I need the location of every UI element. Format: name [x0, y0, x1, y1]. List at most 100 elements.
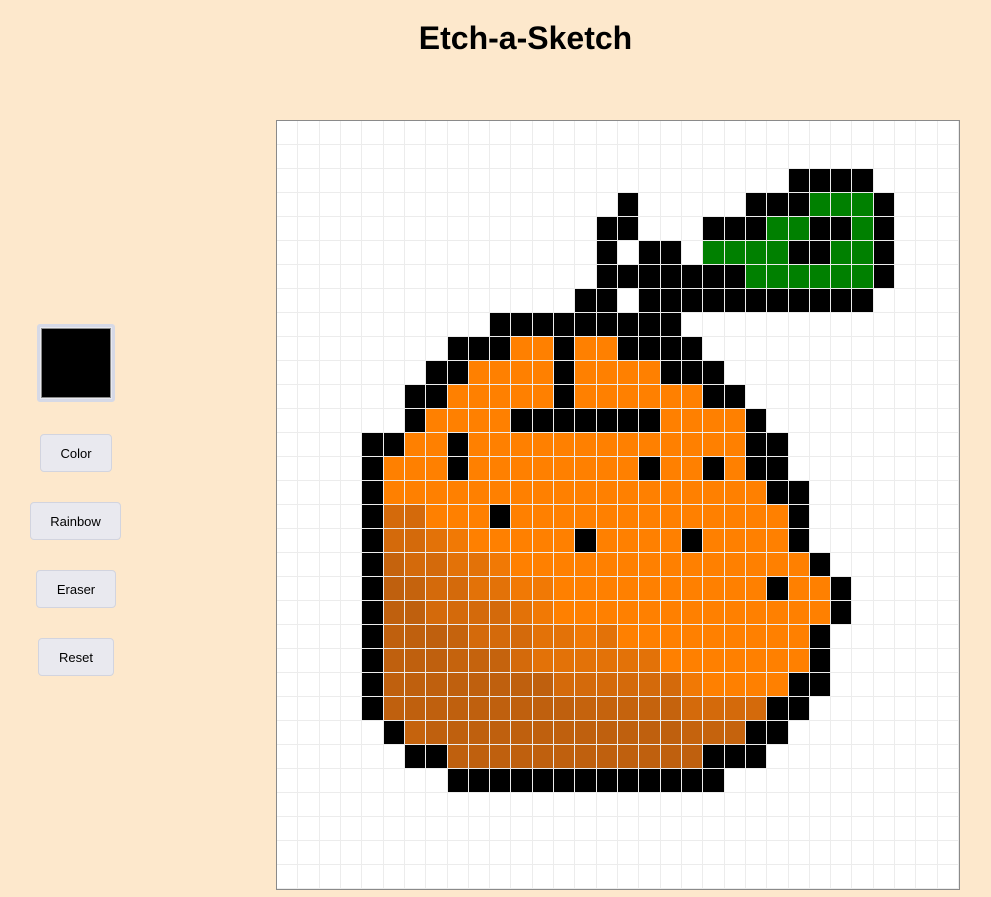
grid-cell[interactable] — [681, 865, 704, 889]
grid-cell[interactable] — [319, 793, 341, 817]
grid-cell[interactable] — [831, 481, 853, 505]
grid-cell[interactable] — [362, 361, 384, 385]
grid-cell[interactable] — [745, 361, 768, 385]
grid-cell[interactable] — [554, 793, 576, 817]
grid-cell[interactable] — [596, 265, 618, 289]
grid-cell[interactable] — [426, 169, 448, 193]
grid-cell[interactable] — [362, 841, 384, 865]
grid-cell[interactable] — [383, 361, 405, 385]
grid-cell[interactable] — [404, 313, 427, 337]
grid-cell[interactable] — [873, 505, 896, 529]
grid-cell[interactable] — [937, 505, 959, 529]
grid-cell[interactable] — [362, 193, 384, 217]
grid-cell[interactable] — [916, 265, 938, 289]
grid-cell[interactable] — [340, 529, 363, 553]
grid-cell[interactable] — [426, 601, 448, 625]
grid-cell[interactable] — [511, 649, 533, 673]
grid-cell[interactable] — [767, 601, 789, 625]
grid-cell[interactable] — [490, 241, 512, 265]
grid-cell[interactable] — [532, 601, 555, 625]
grid-cell[interactable] — [490, 193, 512, 217]
grid-cell[interactable] — [554, 553, 576, 577]
grid-cell[interactable] — [404, 433, 427, 457]
grid-cell[interactable] — [937, 433, 959, 457]
grid-cell[interactable] — [511, 673, 533, 697]
grid-cell[interactable] — [319, 481, 341, 505]
grid-cell[interactable] — [618, 841, 640, 865]
grid-cell[interactable] — [788, 433, 810, 457]
grid-cell[interactable] — [831, 673, 853, 697]
grid-cell[interactable] — [575, 337, 597, 361]
grid-cell[interactable] — [767, 697, 789, 721]
grid-cell[interactable] — [831, 505, 853, 529]
grid-cell[interactable] — [340, 289, 363, 313]
grid-cell[interactable] — [809, 289, 832, 313]
grid-cell[interactable] — [639, 841, 661, 865]
grid-cell[interactable] — [277, 745, 299, 769]
grid-cell[interactable] — [703, 289, 725, 313]
grid-cell[interactable] — [277, 121, 299, 145]
grid-cell[interactable] — [745, 841, 768, 865]
grid-cell[interactable] — [596, 169, 618, 193]
grid-cell[interactable] — [660, 673, 682, 697]
grid-cell[interactable] — [511, 241, 533, 265]
grid-cell[interactable] — [447, 433, 469, 457]
grid-cell[interactable] — [916, 169, 938, 193]
grid-cell[interactable] — [745, 169, 768, 193]
grid-cell[interactable] — [660, 385, 682, 409]
grid-cell[interactable] — [681, 409, 704, 433]
grid-cell[interactable] — [852, 121, 874, 145]
grid-cell[interactable] — [362, 673, 384, 697]
grid-cell[interactable] — [468, 769, 491, 793]
grid-cell[interactable] — [362, 121, 384, 145]
grid-cell[interactable] — [703, 625, 725, 649]
grid-cell[interactable] — [532, 457, 555, 481]
grid-cell[interactable] — [447, 625, 469, 649]
grid-cell[interactable] — [404, 553, 427, 577]
grid-cell[interactable] — [554, 361, 576, 385]
grid-cell[interactable] — [383, 649, 405, 673]
grid-cell[interactable] — [639, 241, 661, 265]
grid-cell[interactable] — [937, 457, 959, 481]
grid-cell[interactable] — [937, 817, 959, 841]
grid-cell[interactable] — [639, 121, 661, 145]
grid-cell[interactable] — [277, 169, 299, 193]
grid-cell[interactable] — [767, 265, 789, 289]
grid-cell[interactable] — [724, 793, 746, 817]
grid-cell[interactable] — [831, 601, 853, 625]
grid-cell[interactable] — [916, 817, 938, 841]
grid-cell[interactable] — [298, 145, 320, 169]
grid-cell[interactable] — [468, 361, 491, 385]
grid-cell[interactable] — [745, 217, 768, 241]
grid-cell[interactable] — [831, 577, 853, 601]
grid-cell[interactable] — [340, 121, 363, 145]
grid-cell[interactable] — [937, 217, 959, 241]
grid-cell[interactable] — [298, 433, 320, 457]
grid-cell[interactable] — [831, 553, 853, 577]
grid-cell[interactable] — [809, 217, 832, 241]
grid-cell[interactable] — [937, 697, 959, 721]
grid-cell[interactable] — [873, 793, 896, 817]
grid-cell[interactable] — [703, 841, 725, 865]
grid-cell[interactable] — [596, 505, 618, 529]
grid-cell[interactable] — [277, 481, 299, 505]
grid-cell[interactable] — [298, 793, 320, 817]
grid-cell[interactable] — [298, 649, 320, 673]
grid-cell[interactable] — [298, 193, 320, 217]
grid-cell[interactable] — [873, 769, 896, 793]
grid-cell[interactable] — [788, 409, 810, 433]
grid-cell[interactable] — [490, 817, 512, 841]
grid-cell[interactable] — [788, 865, 810, 889]
grid-cell[interactable] — [277, 721, 299, 745]
grid-cell[interactable] — [340, 649, 363, 673]
grid-cell[interactable] — [447, 193, 469, 217]
grid-cell[interactable] — [745, 697, 768, 721]
grid-cell[interactable] — [916, 121, 938, 145]
grid-cell[interactable] — [745, 625, 768, 649]
grid-cell[interactable] — [895, 817, 917, 841]
grid-cell[interactable] — [937, 265, 959, 289]
grid-cell[interactable] — [788, 505, 810, 529]
grid-cell[interactable] — [596, 121, 618, 145]
grid-cell[interactable] — [447, 697, 469, 721]
grid-cell[interactable] — [447, 409, 469, 433]
